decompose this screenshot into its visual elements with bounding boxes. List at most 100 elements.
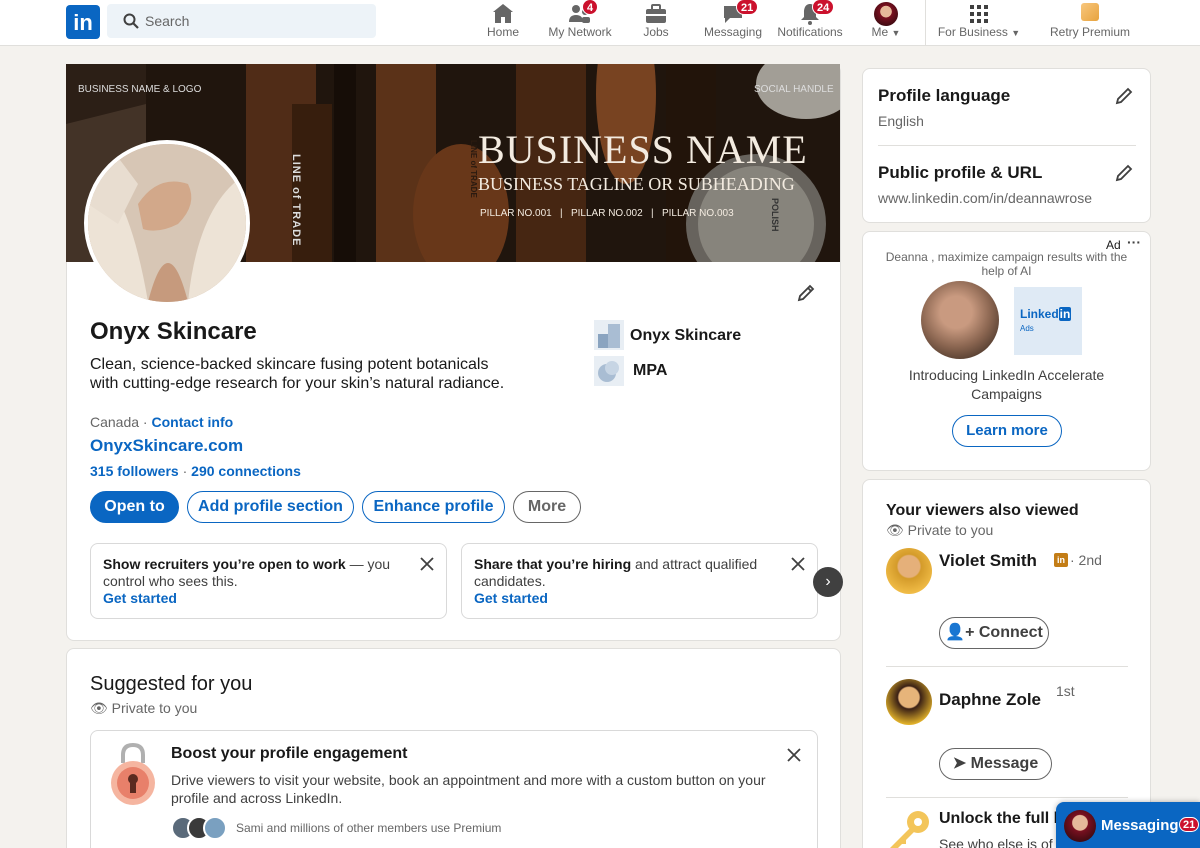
person-degree: 1st [1056, 683, 1075, 699]
close-icon[interactable] [420, 557, 434, 571]
connect-button[interactable]: 👤+ Connect [939, 617, 1049, 649]
avatar[interactable] [886, 548, 932, 594]
profile-language-value: English [878, 113, 924, 129]
avatar [1064, 810, 1096, 842]
linkedin-logo-icon[interactable]: in [66, 5, 100, 39]
caret-down-icon: ▼ [1011, 28, 1021, 38]
company-logo-icon [594, 320, 624, 350]
key-icon [890, 811, 929, 848]
top-nav: in Home 4 My Network Jobs 21 Messaging 2… [0, 0, 1200, 46]
website-link[interactable]: OnyxSkincare.com [90, 436, 243, 456]
tip-bold: Show recruiters you’re open to work [103, 556, 346, 572]
suggested-private: 👁 Private to you [90, 700, 198, 716]
more-options-icon[interactable]: ··· [1127, 234, 1141, 250]
linkedin-ads-logo-icon: Linkedin Ads [1014, 287, 1082, 355]
person-name[interactable]: Violet Smith [939, 551, 1037, 571]
learn-more-button[interactable]: Learn more [952, 415, 1062, 447]
nav-messaging[interactable]: 21 Messaging [702, 0, 764, 46]
close-icon[interactable] [791, 557, 805, 571]
banner-top-left: BUSINESS NAME & LOGO [78, 84, 202, 95]
add-person-icon: 👤+ [945, 624, 975, 641]
enhance-profile-button[interactable]: Enhance profile [362, 491, 505, 523]
lock-icon [111, 743, 155, 805]
boost-social-proof: Sami and millions of other members use P… [236, 821, 502, 835]
contact-info-link[interactable]: Contact info [152, 414, 234, 430]
banner-product-text: POLISH [770, 198, 780, 232]
nav-label: Retry Premium [1049, 25, 1130, 39]
messaging-overlay[interactable]: Messaging 21 [1056, 802, 1200, 848]
viewers-private: 👁 Private to you [886, 522, 994, 538]
grid-icon [970, 5, 988, 23]
nav-retry-premium[interactable]: Retry Premium [1046, 0, 1134, 46]
connections-link[interactable]: 290 connections [191, 463, 301, 479]
eye-icon: 👁 [886, 522, 904, 538]
notifications-badge: 24 [812, 0, 835, 15]
open-to-work-tip: Show recruiters you’re open to work — yo… [90, 543, 447, 619]
nav-me[interactable]: Me ▼ [866, 0, 906, 46]
profile-language-title: Profile language [878, 86, 1011, 105]
nav-home[interactable]: Home [478, 0, 528, 46]
nav-label: Home [486, 25, 519, 39]
avatar[interactable] [886, 679, 932, 725]
banner-title: BUSINESS NAME [478, 127, 808, 172]
close-icon[interactable] [787, 748, 801, 762]
banner-top-right: SOCIAL HANDLE [754, 84, 834, 95]
ad-user-photo [921, 281, 999, 359]
edit-pencil-icon[interactable] [796, 283, 816, 303]
nav-label: Jobs [643, 25, 669, 39]
search-bar[interactable] [107, 4, 376, 38]
nav-label: Notifications [777, 25, 843, 39]
hiring-tip: Share that you’re hiring and attract qua… [461, 543, 818, 619]
unlock-subtitle: See who else is of [939, 836, 1053, 848]
search-input[interactable] [145, 4, 365, 38]
user-avatar [874, 2, 898, 26]
messaging-badge: 21 [736, 0, 759, 15]
viewers-title: Your viewers also viewed [886, 502, 1079, 519]
nav-notifications[interactable]: 24 Notifications [774, 0, 846, 46]
nav-label: My Network [548, 25, 612, 39]
school-logo-icon [594, 356, 624, 386]
divider [886, 797, 1128, 798]
search-icon [123, 13, 139, 29]
company-name[interactable]: Onyx Skincare [630, 327, 741, 345]
profile-location-row: Canada · Contact info [90, 414, 234, 430]
avatar [203, 816, 227, 840]
open-to-button[interactable]: Open to [90, 491, 179, 523]
divider [886, 666, 1128, 667]
edit-pencil-icon[interactable] [1114, 86, 1134, 106]
public-profile-url: www.linkedin.com/in/deannawrose [878, 190, 1092, 206]
edit-pencil-icon[interactable] [1114, 163, 1134, 183]
briefcase-icon [646, 4, 666, 23]
ad-headline: Introducing LinkedIn Accelerate Campaigns [908, 367, 1105, 402]
network-stats: 315 followers · 290 connections [90, 463, 301, 479]
premium-icon [1081, 3, 1099, 21]
message-button[interactable]: ➤ Message [939, 748, 1052, 780]
linkedin-premium-icon: in [1054, 553, 1068, 567]
banner-pillars: PILLAR NO.001 | PILLAR NO.002 | PILLAR N… [480, 208, 734, 219]
get-started-link[interactable]: Get started [474, 590, 777, 607]
tip-text: — you [345, 556, 391, 572]
ad-text: Deanna , maximize campaign results with … [885, 250, 1128, 278]
more-button[interactable]: More [513, 491, 581, 523]
boost-desc-line2: profile and across LinkedIn. [171, 790, 343, 806]
profile-photo[interactable] [84, 140, 250, 306]
get-started-link[interactable]: Get started [103, 590, 406, 607]
person-degree: · 2nd [1070, 552, 1102, 568]
person-name[interactable]: Daphne Zole [939, 690, 1041, 710]
eye-icon: 👁 [90, 700, 108, 716]
add-profile-section-button[interactable]: Add profile section [187, 491, 354, 523]
school-name[interactable]: MPA [633, 362, 667, 380]
send-icon: ➤ [952, 755, 967, 772]
profile-name: Onyx Skincare [90, 318, 257, 345]
banner-product-text: LINE of TRADE [469, 140, 478, 198]
suggested-title: Suggested for you [90, 673, 253, 695]
nav-my-network[interactable]: 4 My Network [544, 0, 616, 46]
profile-headline-line1: Clean, science-backed skincare fusing po… [90, 356, 489, 373]
nav-jobs[interactable]: Jobs [632, 0, 680, 46]
tip-text: control who sees this. [103, 573, 238, 589]
nav-for-business[interactable]: For Business ▼ [934, 0, 1024, 46]
carousel-next-icon[interactable]: › [813, 567, 843, 597]
nav-divider [925, 0, 926, 46]
public-profile-title: Public profile & URL [878, 163, 1043, 182]
followers-link[interactable]: 315 followers [90, 463, 179, 479]
